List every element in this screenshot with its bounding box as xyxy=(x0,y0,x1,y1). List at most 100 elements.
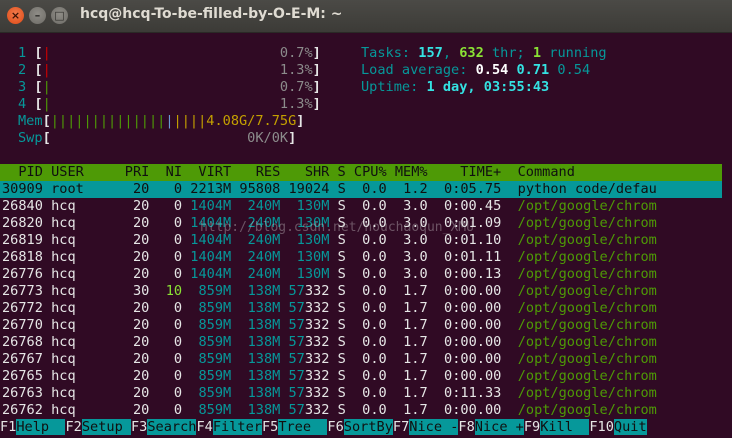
cpu-cell: 0.0 xyxy=(345,300,387,316)
ni-cell: 0 xyxy=(149,266,183,282)
table-row[interactable]: 26767 hcq 20 0 859M 138M 57332 S 0.0 1.7… xyxy=(0,351,657,368)
close-icon[interactable]: × xyxy=(7,7,24,24)
command-cell: /opt/google/chrom xyxy=(501,266,657,282)
table-row[interactable]: 26776 hcq 20 0 1404M 240M 130M S 0.0 3.0… xyxy=(0,266,657,283)
function-key-bar[interactable]: F1Help F2Setup F3SearchF4FilterF5Tree F6… xyxy=(0,419,647,436)
ni-cell: 0 xyxy=(149,317,183,333)
footer-key-nice-[interactable]: F7Nice - xyxy=(393,419,459,435)
res-cell: 240M xyxy=(231,215,281,231)
mem-cell: 1.7 xyxy=(386,351,428,367)
pri-cell: 20 xyxy=(124,181,150,197)
ni-cell: 0 xyxy=(149,198,183,214)
mem-cell: 3.0 xyxy=(386,215,428,231)
cpu-cell: 0.0 xyxy=(345,317,387,333)
mem-cell: 3.0 xyxy=(386,232,428,248)
state-cell: S xyxy=(329,402,346,418)
time-cell: 0:00.00 xyxy=(427,402,502,418)
shr-cell-high: 57 xyxy=(280,402,305,418)
uptime-value: 1 day, 03:55:43 xyxy=(426,79,550,95)
table-row[interactable]: 26768 hcq 20 0 859M 138M 57332 S 0.0 1.7… xyxy=(0,334,657,351)
maximize-icon[interactable]: □ xyxy=(51,7,68,24)
res-cell: 138M xyxy=(231,334,281,350)
shr-cell-low: 332 xyxy=(304,351,330,367)
footer-key-help[interactable]: F1Help xyxy=(0,419,66,435)
function-key: F4 xyxy=(196,419,213,435)
load-15: 0.54 xyxy=(557,62,591,78)
footer-key-search[interactable]: F3Search xyxy=(131,419,197,435)
shr-cell: 130M xyxy=(280,232,330,248)
title-bar[interactable]: × – □ hcq@hcq-To-be-filled-by-O-E-M: ~ xyxy=(0,0,732,33)
table-row[interactable]: 26765 hcq 20 0 859M 138M 57332 S 0.0 1.7… xyxy=(0,368,657,385)
function-label: Help xyxy=(16,419,66,435)
running-label: running xyxy=(541,45,607,61)
table-row[interactable]: 26820 hcq 20 0 1404M 240M 130M S 0.0 3.0… xyxy=(0,215,657,232)
user-cell: hcq xyxy=(51,283,125,299)
table-row[interactable]: 26770 hcq 20 0 859M 138M 57332 S 0.0 1.7… xyxy=(0,317,657,334)
function-label: Nice - xyxy=(409,419,459,435)
table-row[interactable]: 26840 hcq 20 0 1404M 240M 130M S 0.0 3.0… xyxy=(0,198,657,215)
user-cell: root xyxy=(51,181,125,197)
cpu-bar: | xyxy=(42,45,51,61)
footer-key-quit[interactable]: F10Quit xyxy=(589,419,647,435)
pri-cell: 20 xyxy=(124,368,150,384)
table-row[interactable]: 26762 hcq 20 0 859M 138M 57332 S 0.0 1.7… xyxy=(0,402,657,419)
footer-key-sortby[interactable]: F6SortBy xyxy=(327,419,393,435)
table-row[interactable]: 26773 hcq 30 10 859M 138M 57332 S 0.0 1.… xyxy=(0,283,657,300)
table-row-selected[interactable]: 30909 root 20 0 2213M 95808 19024 S 0.0 … xyxy=(0,181,722,198)
footer-key-filter[interactable]: F4Filter xyxy=(196,419,262,435)
shr-cell-low: 332 xyxy=(304,334,330,350)
htop-screen[interactable]: 1 [| 0.7%] 2 [| 1.3%] 3 [| 0.7%] 4 [| 1.3%]… xyxy=(0,33,732,438)
shr-cell: 19024 xyxy=(280,181,330,197)
table-row[interactable]: 26772 hcq 20 0 859M 138M 57332 S 0.0 1.7… xyxy=(0,300,657,317)
pid-cell: 30909 xyxy=(2,181,52,197)
ni-cell: 0 xyxy=(149,215,183,231)
state-cell: S xyxy=(329,368,346,384)
pid-cell: 26770 xyxy=(2,317,52,333)
user-cell: hcq xyxy=(51,232,125,248)
bracket: [ xyxy=(34,79,43,95)
footer-key-kill[interactable]: F9Kill xyxy=(524,419,590,435)
table-row[interactable]: 26819 hcq 20 0 1404M 240M 130M S 0.0 3.0… xyxy=(0,232,657,249)
virt-cell: 859M xyxy=(182,300,232,316)
user-cell: hcq xyxy=(51,402,125,418)
table-row[interactable]: 26763 hcq 20 0 859M 138M 57332 S 0.0 1.7… xyxy=(0,385,657,402)
state-cell: S xyxy=(329,249,346,265)
user-cell: hcq xyxy=(51,300,125,316)
ni-cell: 0 xyxy=(149,232,183,248)
ni-cell: 0 xyxy=(149,181,183,197)
cpu-percent: 1.3% xyxy=(50,96,313,112)
state-cell: S xyxy=(329,317,346,333)
pid-cell: 26763 xyxy=(2,385,52,401)
function-label: Quit xyxy=(613,419,647,435)
ni-cell: 0 xyxy=(149,402,183,418)
state-cell: S xyxy=(329,232,346,248)
cpu-cell: 0.0 xyxy=(345,266,387,282)
time-cell: 0:01.09 xyxy=(427,215,502,231)
table-header[interactable]: PID USER PRI NI VIRT RES SHR S CPU% MEM%… xyxy=(0,164,722,181)
footer-key-tree[interactable]: F5Tree xyxy=(262,419,328,435)
shr-cell-high: 57 xyxy=(280,300,305,316)
footer-key-nice-[interactable]: F8Nice + xyxy=(458,419,524,435)
virt-cell: 859M xyxy=(182,368,232,384)
user-cell: hcq xyxy=(51,334,125,350)
pri-cell: 20 xyxy=(124,385,150,401)
minimize-icon[interactable]: – xyxy=(29,7,46,24)
table-row[interactable]: 26818 hcq 20 0 1404M 240M 130M S 0.0 3.0… xyxy=(0,249,657,266)
ni-cell: 0 xyxy=(149,249,183,265)
footer-key-setup[interactable]: F2Setup xyxy=(65,419,131,435)
cpu-cell: 0.0 xyxy=(345,351,387,367)
bracket: ] xyxy=(312,79,321,95)
window-title: hcq@hcq-To-be-filled-by-O-E-M: ~ xyxy=(80,6,343,22)
function-label: Nice + xyxy=(474,419,524,435)
cpu-percent: 0.7% xyxy=(50,79,313,95)
cpu-meter-4: 4 [| 1.3%] xyxy=(18,96,321,113)
mem-value: 4.08G/7.75G xyxy=(206,113,297,129)
command-cell: /opt/google/chrom xyxy=(501,300,657,316)
pri-cell: 20 xyxy=(124,232,150,248)
pid-cell: 26819 xyxy=(2,232,52,248)
tasks-line: Tasks: 157, 632 thr; 1 running xyxy=(361,45,607,62)
pri-cell: 20 xyxy=(124,300,150,316)
bracket: [ xyxy=(34,96,43,112)
pid-cell: 26772 xyxy=(2,300,52,316)
pid-cell: 26820 xyxy=(2,215,52,231)
